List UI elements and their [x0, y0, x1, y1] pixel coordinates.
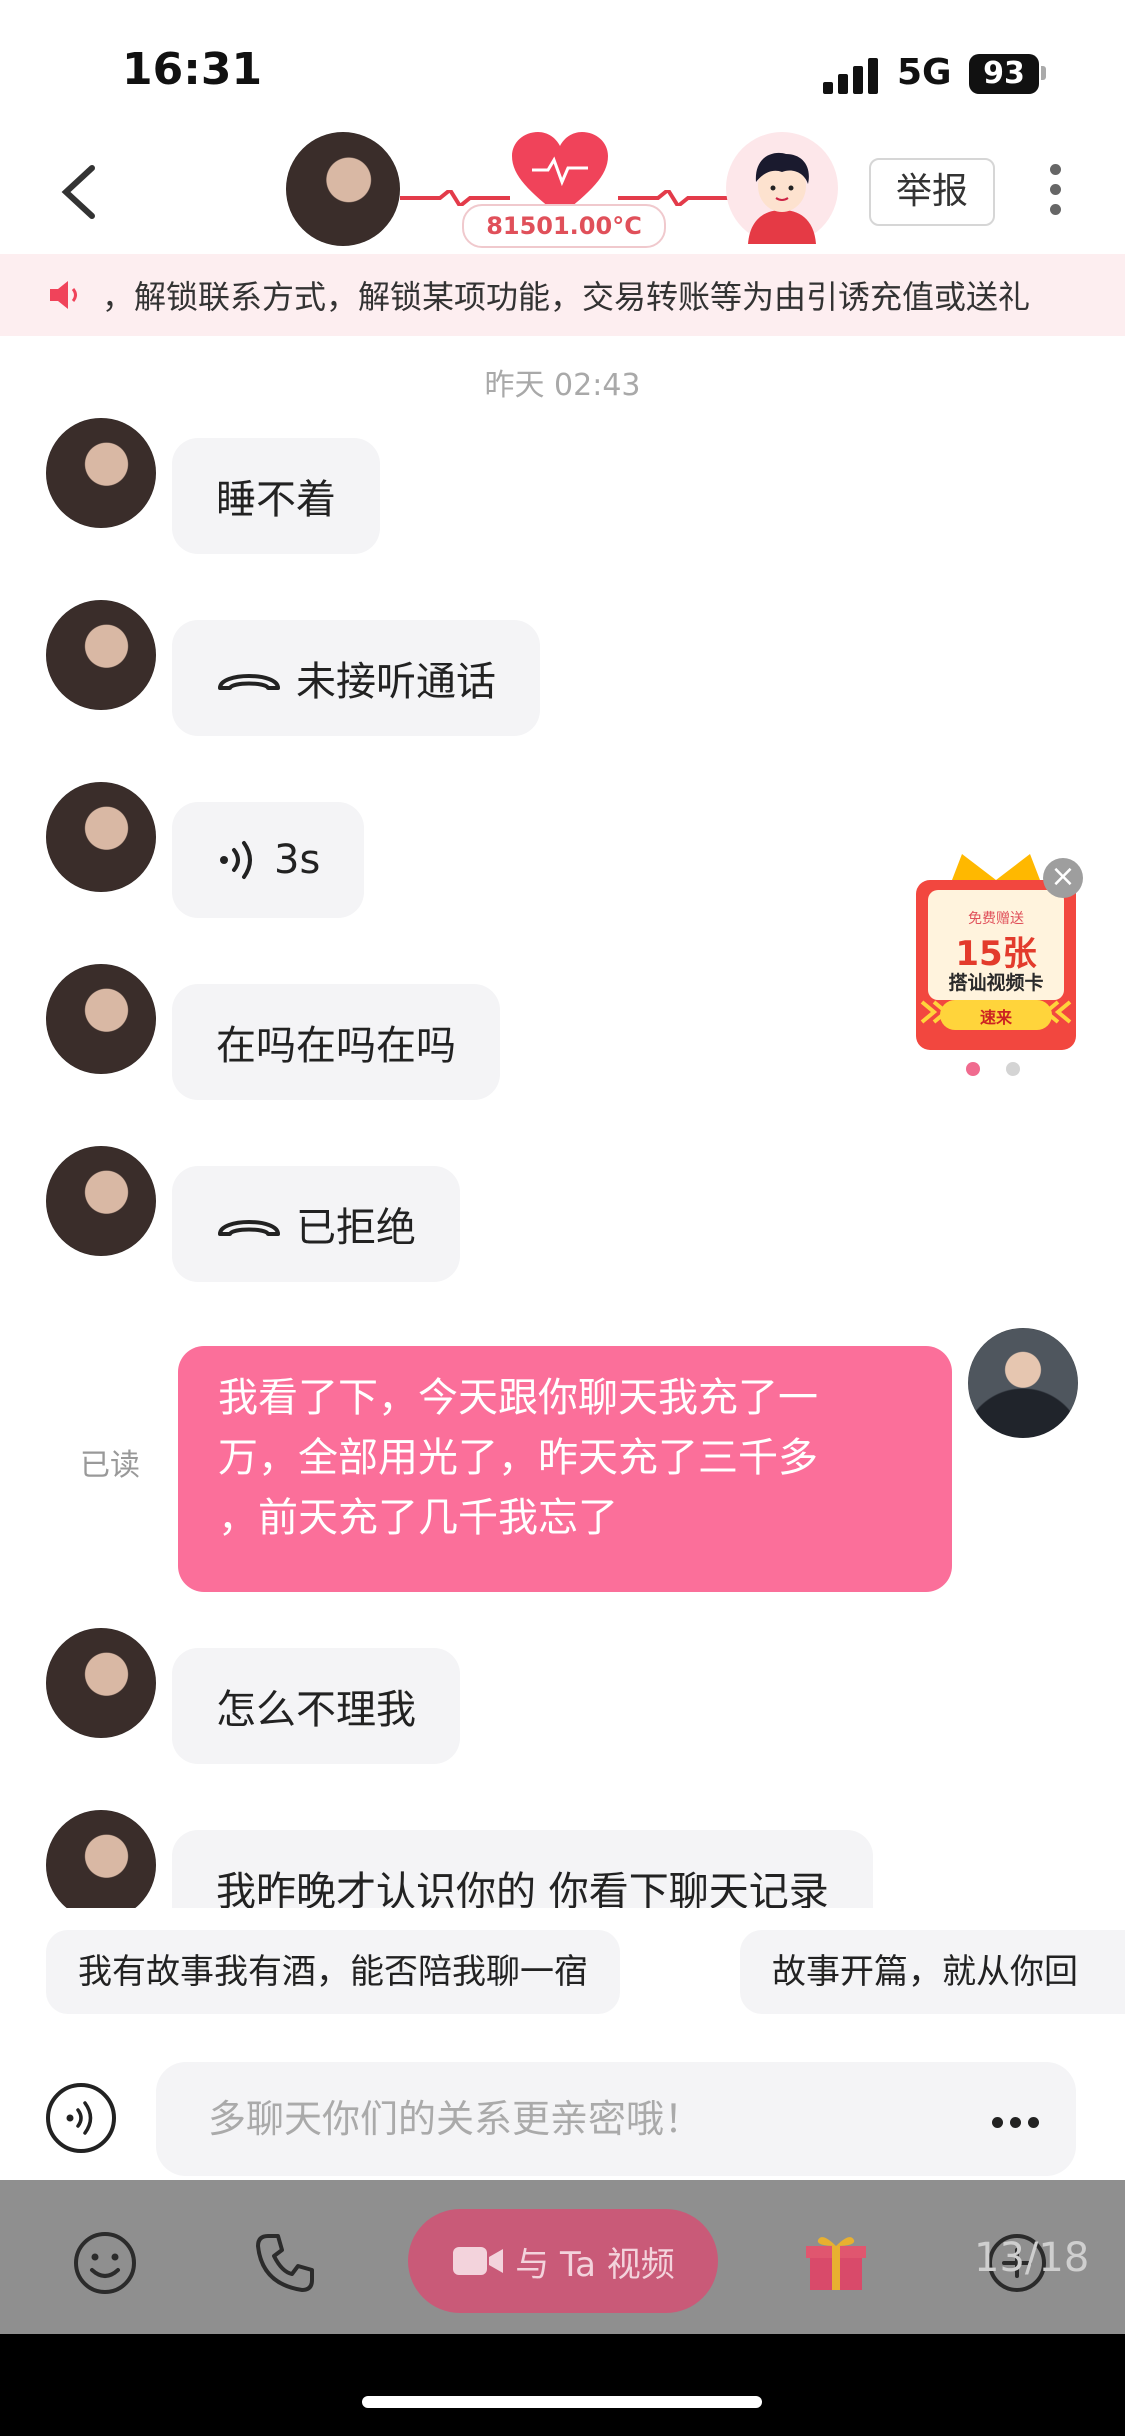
message-text: 睡不着: [216, 477, 336, 523]
missed-call-bubble[interactable]: 未接听通话: [172, 620, 540, 736]
video-camera-icon: [453, 2247, 504, 2275]
gift-icon[interactable]: [804, 2230, 868, 2294]
home-indicator-area: [0, 2334, 1125, 2436]
warning-notice: ，解锁联系方式，解锁某项功能，交易转账等为由引诱充值或送礼: [0, 254, 1125, 336]
sender-avatar[interactable]: [46, 1628, 156, 1738]
message-text: 怎么不理我: [216, 1687, 416, 1733]
more-input-options-icon[interactable]: [992, 2113, 1046, 2132]
rejected-call-bubble[interactable]: 已拒绝: [172, 1166, 460, 1282]
more-options-icon[interactable]: [1050, 164, 1062, 224]
voice-input-icon[interactable]: [46, 2083, 116, 2153]
phone-call-icon[interactable]: [254, 2232, 316, 2294]
page-indicator: 13/18: [974, 2235, 1090, 2281]
intimacy-temperature: 81501.00°C: [462, 204, 666, 248]
battery-icon: 93: [969, 54, 1039, 94]
voice-duration: 3s: [274, 837, 321, 883]
sender-avatar[interactable]: [46, 1146, 156, 1256]
quick-reply-chip[interactable]: 故事开篇，就从你回: [740, 1930, 1125, 2014]
phone-hangup-icon: [218, 674, 280, 690]
message-text: 已拒绝: [296, 1205, 416, 1251]
message-bubble[interactable]: 睡不着: [172, 438, 380, 554]
back-icon[interactable]: [58, 162, 102, 222]
carousel-dot-active[interactable]: [966, 1062, 980, 1076]
message-timestamp: 昨天 02:43: [484, 368, 641, 403]
quick-reply-chip[interactable]: 我有故事我有酒，能否陪我聊一宿: [46, 1930, 620, 2014]
signal-icon: [823, 58, 881, 94]
message-bubble[interactable]: 在吗在吗在吗: [172, 984, 500, 1100]
message-text: 我昨晚才认识你的 你看下聊天记录: [216, 1869, 829, 1908]
sender-avatar[interactable]: [46, 600, 156, 710]
home-indicator[interactable]: [362, 2396, 762, 2408]
read-receipt: 已读: [80, 1448, 140, 1483]
my-avatar[interactable]: [968, 1328, 1078, 1438]
message-bubble[interactable]: 怎么不理我: [172, 1648, 460, 1764]
ad-button[interactable]: 速来: [940, 1004, 1052, 1028]
video-call-button[interactable]: 与 Ta 视频: [408, 2209, 718, 2313]
message-input[interactable]: 多聊天你们的关系更亲密哦！: [156, 2062, 1076, 2176]
sender-avatar[interactable]: [46, 964, 156, 1074]
ad-title: 搭讪视频卡: [948, 972, 1044, 994]
battery-tip: [1041, 66, 1046, 80]
my-cartoon-avatar[interactable]: [726, 132, 838, 244]
status-time: 16:31: [122, 44, 263, 95]
report-button[interactable]: 举报: [869, 158, 995, 226]
ad-top-label: 免费赠送: [968, 911, 1024, 927]
speaker-icon: [50, 281, 77, 309]
voice-wave-icon: [220, 841, 252, 879]
message-text: 在吗在吗在吗: [216, 1023, 456, 1069]
sender-avatar[interactable]: [46, 1810, 156, 1908]
emoji-icon[interactable]: [72, 2230, 138, 2296]
carousel-dot[interactable]: [1006, 1062, 1020, 1076]
message-text: 未接听通话: [296, 659, 496, 705]
message-line: ，前天充了几千我忘了: [218, 1495, 618, 1541]
notice-text: ，解锁联系方式，解锁某项功能，交易转账等为由引诱充值或送礼: [102, 278, 1031, 316]
message-line: 万，全部用光了，昨天充了三千多: [218, 1435, 818, 1481]
ad-close-button[interactable]: ×: [1043, 858, 1083, 898]
phone-hangup-icon: [218, 1220, 280, 1236]
video-call-label: 与 Ta 视频: [515, 2244, 675, 2285]
voice-message-bubble[interactable]: 3s: [172, 802, 365, 918]
my-message-bubble[interactable]: 我看了下，今天跟你聊天我充了一 万，全部用光了，昨天充了三千多 ，前天充了几千我…: [178, 1346, 952, 1592]
message-line: 我看了下，今天跟你聊天我充了一: [218, 1375, 818, 1421]
sender-avatar[interactable]: [46, 782, 156, 892]
message-bubble[interactable]: 我昨晚才认识你的 你看下聊天记录: [172, 1830, 873, 1908]
sender-avatar[interactable]: [46, 418, 156, 528]
contact-avatar[interactable]: [286, 132, 400, 246]
network-type: 5G: [897, 52, 952, 93]
clipped-message-area: 我昨晚才认识你的 你看下聊天记录: [0, 1780, 1125, 1908]
